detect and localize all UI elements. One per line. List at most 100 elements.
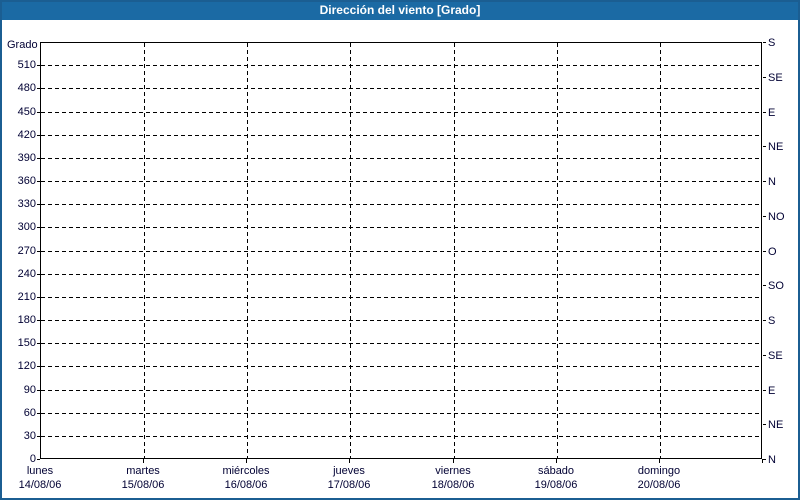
y-axis-right-tick-label: O: [768, 246, 777, 258]
h-gridline: [41, 227, 761, 229]
x-axis-day-name: jueves: [333, 465, 365, 477]
plot-area: [40, 42, 762, 459]
h-gridline: [41, 157, 761, 159]
h-gridline: [41, 389, 761, 391]
y-axis-left-tick: [37, 413, 40, 414]
y-axis-right-tick-label: E: [768, 107, 776, 119]
y-axis-left-tick: [37, 274, 40, 275]
y-axis-left-tick-label: 120: [17, 360, 36, 372]
y-axis-left-tick: [37, 204, 40, 205]
x-axis-boundary-tick: [246, 459, 247, 463]
y-axis-left-tick-label: 180: [17, 314, 36, 326]
y-axis-right-tick: [763, 181, 766, 182]
h-gridline: [41, 134, 761, 136]
h-gridline: [41, 320, 761, 321]
y-axis-right-tick: [763, 355, 766, 356]
y-axis-left-tick: [37, 112, 40, 113]
y-axis-left-tick-label: 390: [17, 152, 36, 164]
y-axis-right-tick: [763, 112, 766, 113]
h-gridline: [41, 250, 761, 252]
y-axis-left-tick: [37, 436, 40, 437]
y-axis-right-tick: [763, 146, 766, 147]
y-axis-right-tick: [763, 77, 766, 78]
h-gridline: [41, 65, 761, 67]
y-axis-left-tick: [37, 88, 40, 89]
y-axis-left-tick: [37, 366, 40, 367]
h-gridline: [41, 296, 761, 298]
chart-title: Dirección del viento [Grado]: [319, 3, 481, 17]
v-gridline: [454, 43, 455, 458]
y-axis-right-tick-label: NE: [768, 419, 784, 431]
y-axis-left-tick: [37, 65, 40, 66]
h-gridline: [41, 412, 761, 414]
x-axis-day-date: 14/08/06: [18, 479, 62, 491]
y-axis-left-tick: [37, 251, 40, 252]
y-axis-left-tick-label: 90: [23, 384, 36, 396]
y-axis-left-tick: [37, 181, 40, 182]
chart-title-bar: Dirección del viento [Grado]: [0, 0, 800, 20]
y-axis-left-tick-label: 450: [17, 106, 36, 118]
y-axis-left-tick-label: 330: [17, 198, 36, 210]
y-axis-left-tick-label: 270: [17, 245, 36, 257]
h-gridline: [41, 273, 761, 275]
y-axis-left-tick-label: 360: [17, 175, 36, 187]
y-axis-right-tick: [763, 42, 766, 43]
x-axis-day-name: miércoles: [222, 465, 270, 477]
y-axis-right-tick-label: NE: [768, 141, 784, 153]
y-axis-right-tick: [763, 285, 766, 286]
x-axis-day-name: viernes: [435, 465, 471, 477]
y-axis-right-tick-label: SE: [768, 350, 783, 362]
y-axis-right-tick-label: E: [768, 385, 776, 397]
y-axis-left-tick-label: 150: [17, 337, 36, 349]
y-axis-left-tick: [37, 343, 40, 344]
y-axis-left-tick: [37, 320, 40, 321]
y-axis-right-tick-label: S: [768, 315, 776, 327]
y-axis-right-tick: [763, 320, 766, 321]
h-gridline: [41, 366, 761, 368]
y-axis-left-tick-label: 510: [17, 59, 36, 71]
chart-window: Dirección del viento [Grado] Grado 0 30 60…: [0, 0, 800, 500]
y-axis-left-tick-label: 30: [23, 430, 36, 442]
y-axis-left-tick: [37, 135, 40, 136]
y-axis-left-tick: [37, 297, 40, 298]
y-axis-right-tick-label: NO: [768, 211, 785, 223]
y-axis-right-tick-label: N: [768, 454, 776, 466]
y-axis-right-tick-label: SO: [768, 280, 784, 292]
y-axis-right-tick-label: N: [768, 176, 776, 188]
x-axis-boundary-tick: [453, 459, 454, 463]
x-axis-day-date: 16/08/06: [224, 479, 268, 491]
x-axis-day-date: 17/08/06: [327, 479, 371, 491]
x-axis-boundary-tick: [349, 459, 350, 463]
y-axis-right-tick: [763, 251, 766, 252]
y-axis-left-tick-label: 480: [17, 82, 36, 94]
y-axis-right-tick: [763, 459, 766, 460]
x-axis-day-name: martes: [126, 465, 160, 477]
y-axis-left-tick: [37, 390, 40, 391]
y-axis-left-tick-label: 300: [17, 221, 36, 233]
y-axis-left-tick-label: 420: [17, 129, 36, 141]
y-axis-right-tick-label: SE: [768, 72, 783, 84]
x-axis-day-name: sábado: [537, 465, 575, 477]
h-gridline: [41, 111, 761, 113]
y-axis-left-tick: [37, 459, 40, 460]
h-gridline: [41, 204, 761, 206]
x-axis-day-name: domingo: [637, 465, 681, 477]
x-axis-boundary-tick: [659, 459, 660, 463]
y-axis-unit-label: Grado: [7, 39, 38, 51]
y-axis-left-tick: [37, 227, 40, 228]
x-axis-day-date: 15/08/06: [121, 479, 165, 491]
y-axis-left-tick-label: 210: [17, 291, 36, 303]
v-gridline: [350, 43, 351, 458]
x-axis-boundary-tick: [556, 459, 557, 463]
x-axis-day-date: 18/08/06: [431, 479, 475, 491]
y-axis-left-tick-label: 240: [17, 268, 36, 280]
h-gridline: [41, 435, 761, 437]
y-axis-right-tick: [763, 216, 766, 217]
x-axis-boundary-tick: [762, 459, 763, 463]
y-axis-right-tick: [763, 424, 766, 425]
y-axis-left-tick: [37, 158, 40, 159]
x-axis-day-name: lunes: [26, 465, 54, 477]
x-axis-day-date: 19/08/06: [534, 479, 578, 491]
x-axis-boundary-tick: [143, 459, 144, 463]
x-axis-day-date: 20/08/06: [637, 479, 681, 491]
